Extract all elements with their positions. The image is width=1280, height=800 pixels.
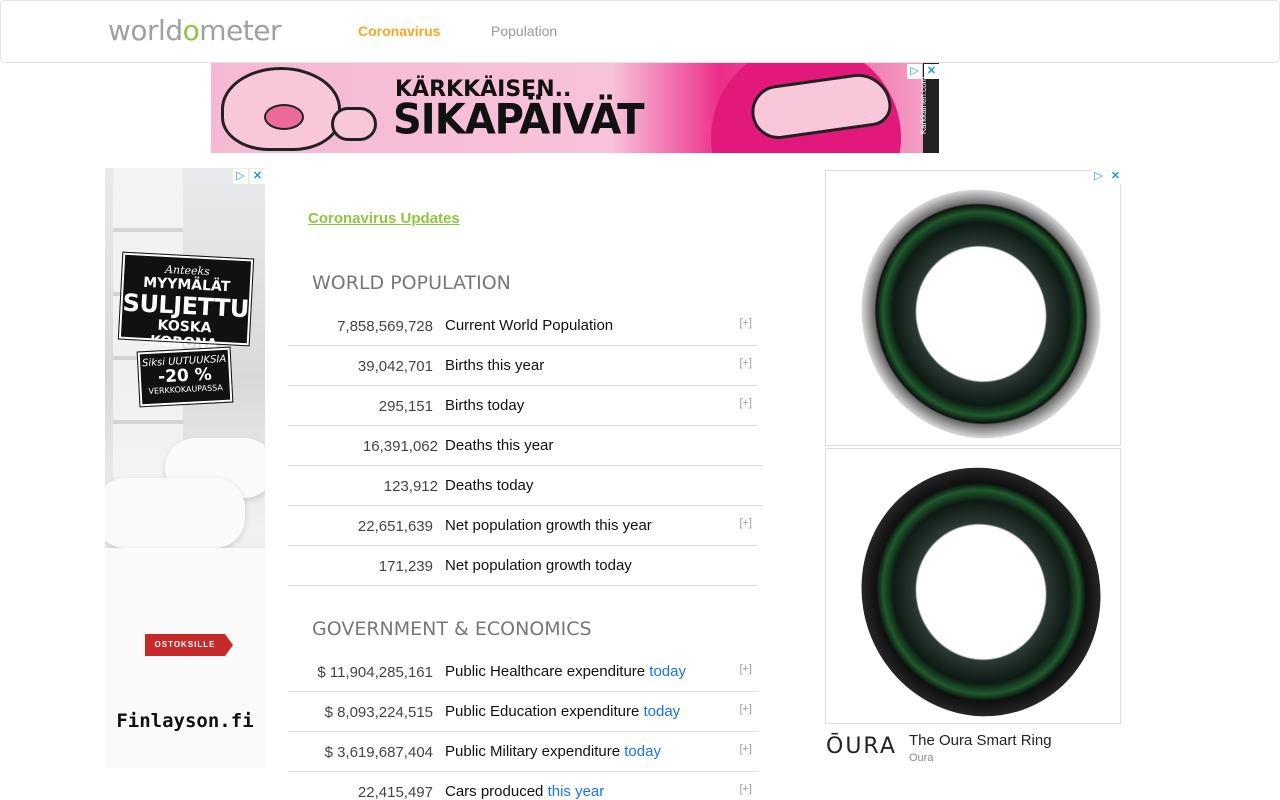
top-navbar: worldometer Coronavirus Population: [0, 0, 1280, 63]
ring-image-silver[interactable]: [825, 170, 1121, 446]
close-ad-icon[interactable]: ✕: [1108, 169, 1123, 184]
world-population-counters: 7,858,569,728 Current World Population [+]…: [288, 306, 763, 586]
counter-value: 123,912: [383, 478, 438, 495]
pillow-illustration: [105, 478, 245, 548]
duvet-illustration: [105, 548, 265, 768]
left-ad-choices: ▷ ✕: [233, 169, 265, 184]
counter-label-text: Net population growth today: [445, 557, 632, 574]
counter-label: Deaths this year: [445, 437, 553, 454]
counter-period-link[interactable]: today: [643, 703, 680, 720]
adchoices-icon[interactable]: ▷: [233, 169, 248, 184]
counter-value: 295,151: [378, 398, 433, 415]
closed-sign: Anteeks MYYMÄLÄT SULJETTU KOSKA KORONA: [117, 251, 255, 353]
shop-now-button[interactable]: OSTOKSILLE: [145, 634, 233, 656]
nav-coronavirus[interactable]: Coronavirus: [358, 23, 440, 39]
counter-period-link[interactable]: today: [649, 663, 686, 680]
counter-label: Public Healthcare expenditure today: [445, 663, 686, 680]
ad-headline-main: SIKAPÄIVÄT: [393, 95, 645, 145]
counter-label-text: Deaths today: [445, 477, 534, 494]
counter-label-text: Births today: [445, 397, 525, 414]
counter-row: 16,391,062 Deaths this year: [288, 426, 763, 466]
close-ad-icon[interactable]: ✕: [924, 64, 939, 79]
expand-details-button[interactable]: [+]: [739, 783, 752, 795]
expand-details-button[interactable]: [+]: [739, 397, 752, 409]
counter-row: 22,415,497 Cars produced this year [+]: [288, 772, 758, 800]
expand-details-button[interactable]: [+]: [739, 357, 752, 369]
counter-value: $ 3,619,687,404: [324, 744, 433, 761]
counter-value: 39,042,701: [357, 358, 433, 375]
worldometer-logo[interactable]: worldometer: [108, 15, 281, 47]
counter-period-link[interactable]: this year: [548, 783, 605, 800]
ad-side-text: Karkkainen.com: [919, 76, 929, 135]
government-counters: $ 11,904,285,161 Public Healthcare expend…: [288, 652, 758, 800]
counter-label: Cars produced this year: [445, 783, 604, 800]
counter-row: 39,042,701 Births this year [+]: [288, 346, 758, 386]
sign-big-text: SULJETTU: [121, 288, 250, 324]
counter-label-text: Cars produced: [445, 783, 548, 800]
top-banner-ad[interactable]: KÄRKKÄISEN.. SIKAPÄIVÄT Karkkainen.com: [211, 63, 939, 153]
adchoices-icon[interactable]: ▷: [1091, 169, 1106, 184]
expand-details-button[interactable]: [+]: [739, 517, 752, 529]
counter-row: 171,239 Net population growth today: [288, 546, 758, 586]
oura-logo: ŌURA: [826, 734, 897, 759]
counter-label-text: Current World Population: [445, 317, 614, 334]
counter-value: 171,239: [378, 558, 433, 575]
ad-title[interactable]: The Oura Smart Ring: [909, 732, 1052, 749]
coronavirus-updates-link[interactable]: Coronavirus Updates: [308, 210, 460, 227]
counter-value: $ 11,904,285,161: [317, 664, 433, 681]
adchoices-icon[interactable]: ▷: [907, 64, 922, 79]
counter-value: 16,391,062: [362, 438, 438, 455]
counter-row: $ 8,093,224,515 Public Education expendit…: [288, 692, 758, 732]
silver-ring-image: [826, 171, 1120, 445]
expand-details-button[interactable]: [+]: [739, 663, 752, 675]
counter-label: Births today: [445, 397, 524, 414]
right-ad[interactable]: ŌURA The Oura Smart Ring Oura: [825, 170, 1121, 764]
counter-label: Current World Population: [445, 317, 613, 334]
counter-label-text: Net population growth this year: [445, 517, 652, 534]
counter-row: $ 3,619,687,404 Public Military expenditu…: [288, 732, 758, 772]
counter-value: 22,415,497: [357, 784, 433, 800]
counter-label: Net population growth this year: [445, 517, 652, 534]
thumbs-up-illustration: [331, 107, 377, 141]
expand-details-button[interactable]: [+]: [739, 703, 752, 715]
right-ad-choices: ▷ ✕: [1091, 169, 1123, 184]
discount-sign: Siksi UUTUUKSIA -20 % VERKKOKAUPASSA: [136, 346, 234, 408]
counter-label: Net population growth today: [445, 557, 632, 574]
expand-details-button[interactable]: [+]: [739, 317, 752, 329]
counter-row: $ 11,904,285,161 Public Healthcare expend…: [288, 652, 758, 692]
counter-label-text: Public Military expenditure: [445, 743, 625, 760]
counter-label-text: Deaths this year: [445, 437, 554, 454]
black-ring-image: [826, 449, 1120, 723]
counter-value: 7,858,569,728: [337, 318, 433, 335]
left-skyscraper-ad[interactable]: Anteeks MYYMÄLÄT SULJETTU KOSKA KORONA S…: [105, 168, 265, 768]
counter-label: Deaths today: [445, 477, 533, 494]
counter-period-link[interactable]: today: [624, 743, 661, 760]
counter-label-text: Public Education expenditure: [445, 703, 644, 720]
ad-advertiser: Oura: [909, 752, 934, 764]
counter-label: Public Military expenditure today: [445, 743, 661, 760]
ad-footer[interactable]: ŌURA The Oura Smart Ring Oura: [825, 724, 1121, 764]
close-ad-icon[interactable]: ✕: [250, 169, 265, 184]
nav-population[interactable]: Population: [491, 23, 557, 39]
world-population-heading: WORLD POPULATION: [312, 272, 511, 294]
counter-label-text: Births this year: [445, 357, 545, 374]
counter-value: $ 8,093,224,515: [324, 704, 433, 721]
ad-brand-text: Finlayson.fi: [116, 710, 254, 732]
counter-value: 22,651,639: [357, 518, 433, 535]
counter-row: 295,151 Births today [+]: [288, 386, 758, 426]
ring-image-black[interactable]: [825, 448, 1121, 724]
government-economics-heading: GOVERNMENT & ECONOMICS: [312, 618, 592, 640]
counter-row: 22,651,639 Net population growth this yea…: [288, 506, 758, 546]
counter-label: Births this year: [445, 357, 544, 374]
counter-row: 123,912 Deaths today: [288, 466, 763, 506]
counter-label: Public Education expenditure today: [445, 703, 680, 720]
counter-row: 7,858,569,728 Current World Population [+]: [288, 306, 758, 346]
expand-details-button[interactable]: [+]: [739, 743, 752, 755]
cartoon-pig-illustration: [221, 67, 341, 151]
top-ad-choices: ▷ ✕: [907, 64, 939, 79]
counter-label-text: Public Healthcare expenditure: [445, 663, 650, 680]
